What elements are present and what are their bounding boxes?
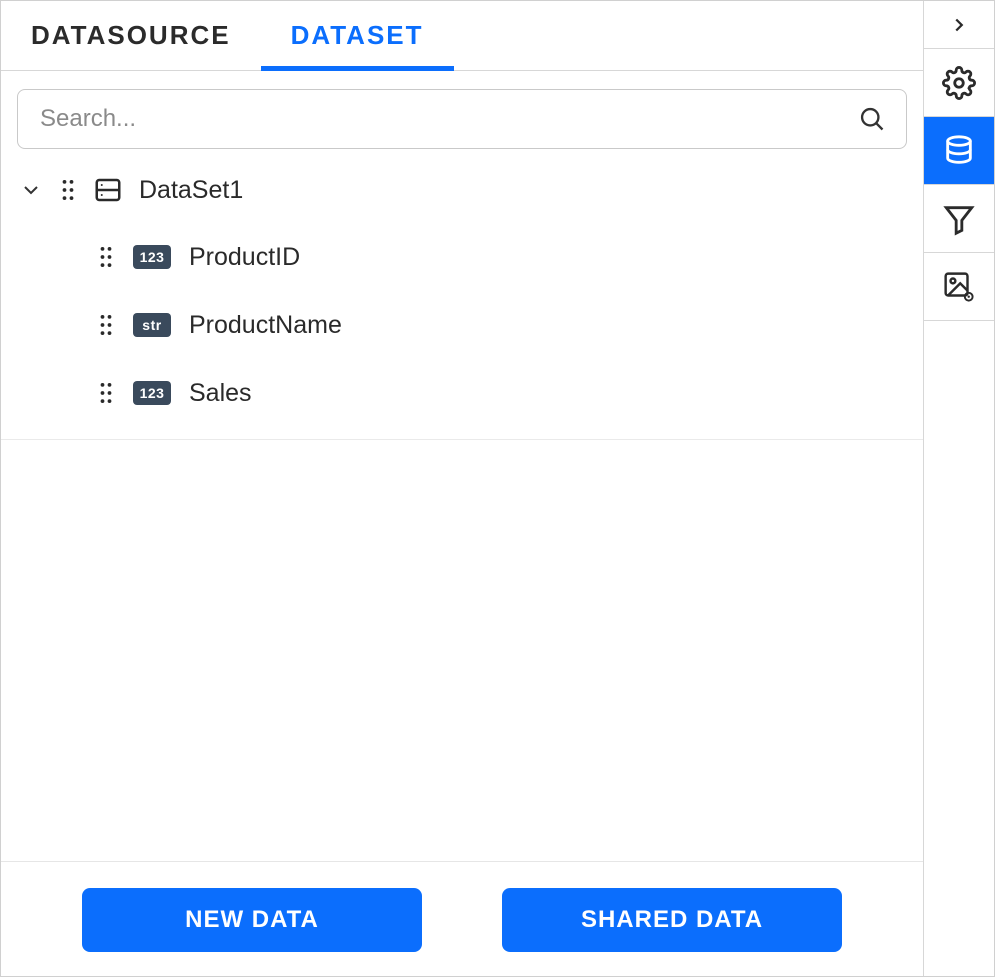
search-wrap (1, 71, 923, 169)
search-icon[interactable] (858, 105, 886, 133)
drag-handle-icon[interactable] (97, 243, 115, 271)
field-name-label: ProductID (189, 243, 300, 272)
search-box[interactable] (17, 89, 907, 149)
field-name-label: ProductName (189, 311, 342, 340)
tab-dataset[interactable]: DATASET (261, 1, 454, 70)
sidebar-filter-button[interactable] (924, 185, 994, 253)
drag-handle-icon[interactable] (97, 311, 115, 339)
field-row[interactable]: str ProductName (97, 291, 923, 359)
dataset-icon (93, 175, 123, 205)
main-panel: DATASOURCE DATASET (1, 1, 924, 976)
shared-data-button[interactable]: SHARED DATA (502, 888, 842, 952)
bottom-bar: NEW DATA SHARED DATA (1, 861, 923, 976)
drag-handle-icon[interactable] (59, 176, 77, 204)
search-input[interactable] (38, 104, 858, 134)
drag-handle-icon[interactable] (97, 379, 115, 407)
new-data-button[interactable]: NEW DATA (82, 888, 422, 952)
filter-icon (942, 202, 976, 236)
chevron-down-icon[interactable] (19, 178, 43, 202)
sidebar-collapse-button[interactable] (924, 1, 994, 49)
dataset-name-label: DataSet1 (139, 176, 243, 205)
field-row[interactable]: 123 ProductID (97, 223, 923, 291)
tab-bar: DATASOURCE DATASET (1, 1, 923, 71)
field-list: 123 ProductID str ProductName (1, 223, 923, 439)
image-settings-icon (942, 270, 976, 304)
field-row[interactable]: 123 Sales (97, 359, 923, 427)
right-sidebar (924, 1, 994, 976)
database-icon (942, 134, 976, 168)
app-root: DATASOURCE DATASET (0, 0, 995, 977)
sidebar-settings-button[interactable] (924, 49, 994, 117)
field-type-badge: str (133, 313, 171, 337)
dataset-tree: DataSet1 123 ProductID (1, 169, 923, 439)
field-type-badge: 123 (133, 245, 171, 269)
chevron-right-icon (948, 14, 970, 36)
gear-icon (942, 66, 976, 100)
field-type-badge: 123 (133, 381, 171, 405)
sidebar-image-button[interactable] (924, 253, 994, 321)
dataset-node[interactable]: DataSet1 (1, 169, 923, 223)
sidebar-data-button[interactable] (924, 117, 994, 185)
spacer (1, 440, 923, 861)
tab-datasource[interactable]: DATASOURCE (1, 1, 261, 70)
field-name-label: Sales (189, 379, 252, 408)
